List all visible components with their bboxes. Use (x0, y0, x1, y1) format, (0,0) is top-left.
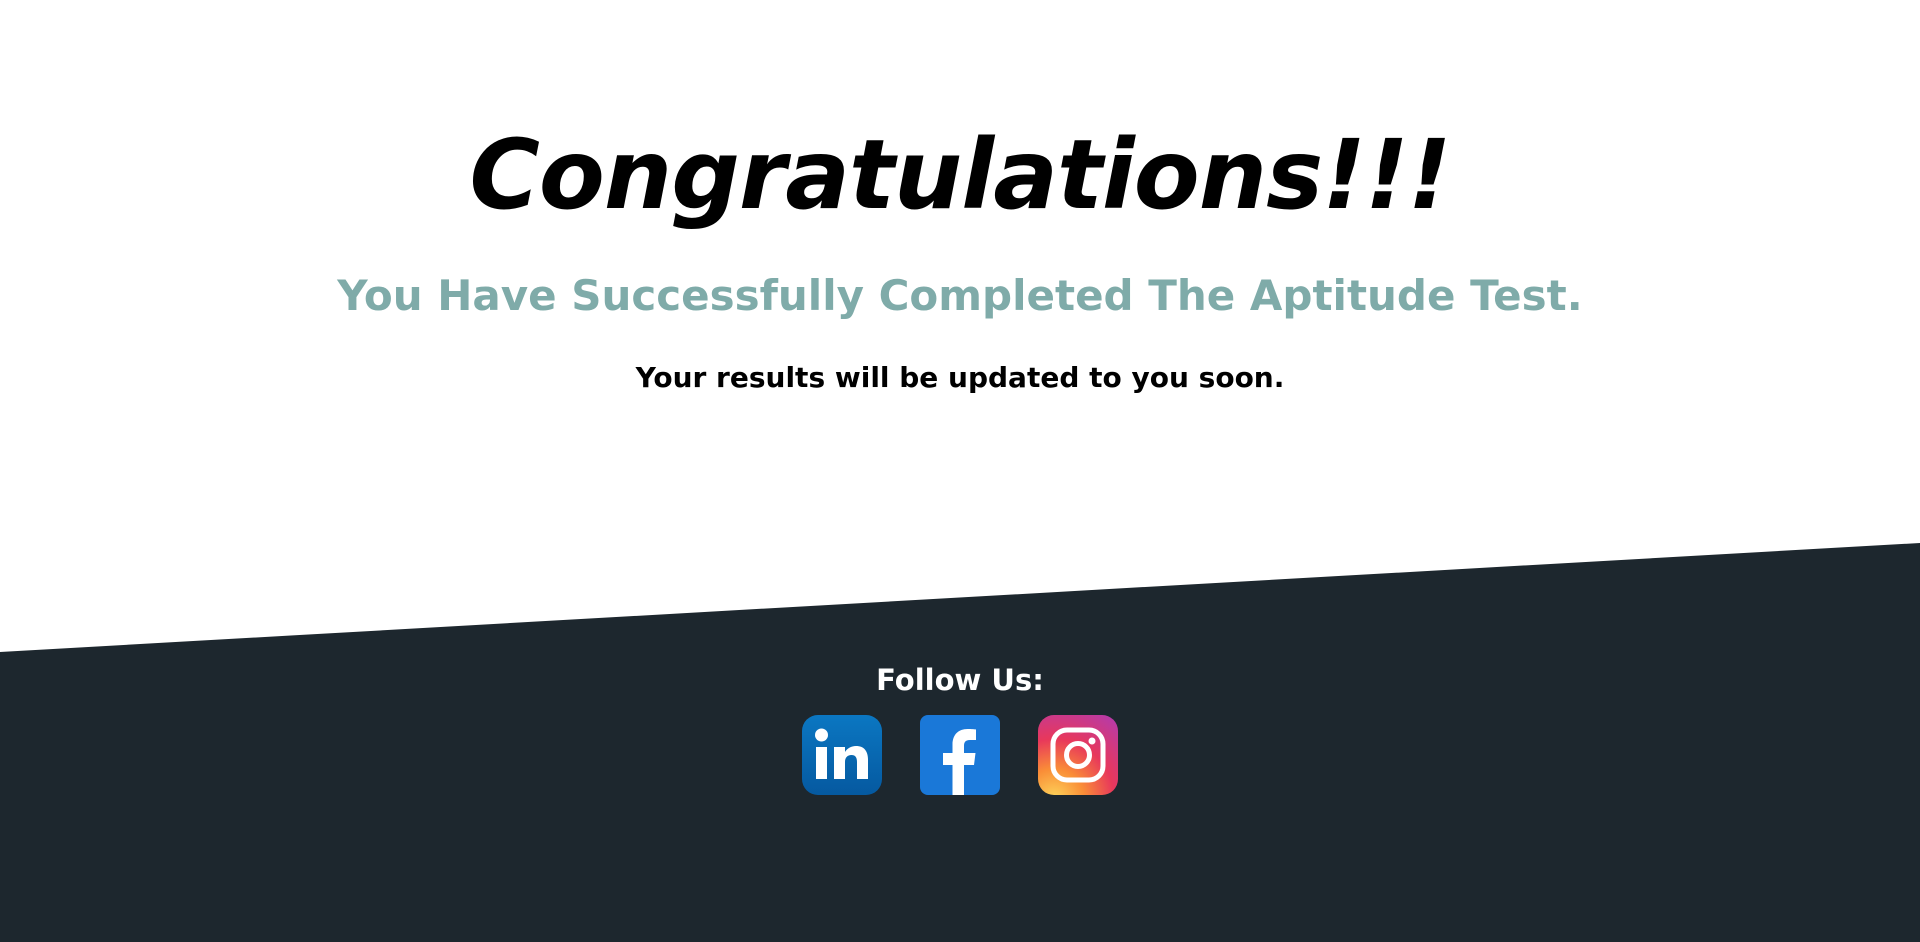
page-title: Congratulations!!! (469, 119, 1451, 231)
facebook-link[interactable] (920, 715, 1000, 795)
follow-us-label: Follow Us: (876, 663, 1044, 697)
linkedin-link[interactable] (802, 715, 882, 795)
linkedin-icon (802, 715, 882, 795)
completion-subtitle: You Have Successfully Completed The Apti… (337, 271, 1583, 320)
page: Congratulations!!! You Have Successfully… (0, 0, 1920, 942)
instagram-icon (1038, 715, 1118, 795)
results-message: Your results will be updated to you soon… (635, 361, 1285, 394)
social-links (0, 715, 1920, 797)
facebook-icon (920, 715, 1000, 795)
instagram-link[interactable] (1038, 715, 1118, 795)
